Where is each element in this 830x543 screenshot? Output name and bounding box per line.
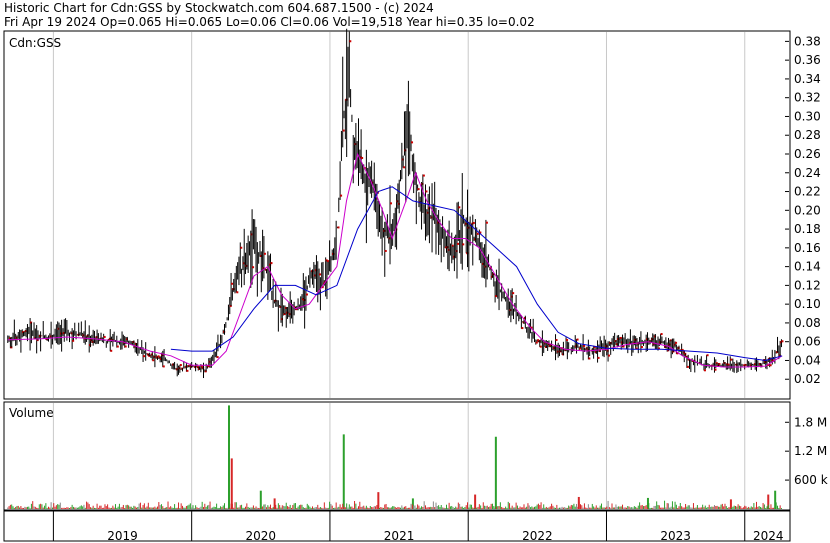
stock-chart: 2019 2020 2021 2022 2023 2024 0.02 0.04 0.06 0.08… [3, 28, 828, 543]
close-marker [326, 260, 329, 263]
price-panel-title: Cdn:GSS [9, 36, 62, 50]
close-marker [342, 129, 345, 132]
y-tick-label: 0.02 [794, 372, 821, 386]
close-marker [608, 354, 611, 357]
close-marker [512, 292, 515, 295]
close-marker [152, 359, 155, 362]
y-tick-label: 0.18 [794, 222, 821, 236]
close-marker [703, 369, 706, 372]
close-marker [588, 357, 591, 360]
close-marker [535, 341, 538, 344]
y-tick-label: 0.08 [794, 316, 821, 330]
close-marker [422, 174, 425, 177]
y-tick-label: 0.06 [794, 335, 821, 349]
close-marker [240, 246, 243, 249]
volume-panel-frame [3, 401, 791, 511]
close-marker [706, 354, 709, 357]
y-tick-label: 0.10 [794, 297, 821, 311]
close-marker [597, 356, 600, 359]
close-marker [660, 333, 663, 336]
close-marker [576, 338, 579, 341]
y-tick-label: 0.16 [794, 241, 821, 255]
close-marker [252, 266, 255, 269]
close-marker [103, 335, 106, 338]
y-tick-label: 0.36 [794, 53, 821, 67]
close-marker [390, 202, 393, 205]
close-marker [411, 141, 414, 144]
close-marker [714, 368, 717, 371]
close-marker [162, 365, 165, 368]
y-tick-label: 0.22 [794, 185, 821, 199]
close-marker [472, 221, 475, 224]
y-tick-label: 0.34 [794, 72, 821, 86]
close-marker [403, 166, 406, 169]
close-marker [686, 365, 689, 368]
ma-short-line [7, 152, 783, 368]
close-marker [236, 291, 239, 294]
close-marker [675, 341, 678, 344]
close-marker [521, 327, 524, 330]
close-marker [349, 40, 352, 43]
close-marker [730, 358, 733, 361]
volume-panel-title: Volume [9, 406, 54, 420]
close-marker [231, 282, 234, 285]
close-marker [361, 156, 364, 159]
close-marker [485, 221, 488, 224]
close-marker [124, 345, 127, 348]
x-tick-label: 2024 [753, 529, 784, 543]
close-marker [476, 232, 479, 235]
y-tick-label: 0.20 [794, 203, 821, 217]
x-tick-label: 2021 [384, 529, 415, 543]
volume-tick-label: 1.2 M [794, 444, 827, 458]
close-marker [769, 364, 772, 367]
x-tick-label: 2019 [107, 529, 138, 543]
x-tick-label: 2020 [246, 529, 277, 543]
close-marker [417, 188, 420, 191]
close-marker [270, 262, 273, 265]
close-marker [457, 242, 460, 245]
y-tick-label: 0.38 [794, 34, 821, 48]
y-tick-label: 0.26 [794, 147, 821, 161]
close-marker [566, 338, 569, 341]
y-tick-label: 0.14 [794, 260, 821, 274]
volume-tick-label: 1.8 M [794, 415, 827, 429]
close-marker [462, 243, 465, 246]
close-marker [579, 347, 582, 350]
y-tick-label: 0.12 [794, 278, 821, 292]
close-marker [305, 293, 308, 296]
close-marker [263, 252, 266, 255]
close-marker [110, 349, 113, 352]
y-tick-label: 0.04 [794, 353, 821, 367]
close-marker [340, 194, 343, 197]
close-marker [116, 345, 119, 348]
close-marker [179, 364, 182, 367]
close-marker [425, 190, 428, 193]
x-tick-label: 2023 [660, 529, 691, 543]
close-marker [781, 340, 784, 343]
close-marker [718, 363, 721, 366]
close-marker [555, 339, 558, 342]
close-marker [384, 249, 387, 252]
close-marker [216, 356, 219, 359]
y-tick-label: 0.28 [794, 128, 821, 142]
close-marker [539, 345, 542, 348]
x-tick-label: 2022 [522, 529, 553, 543]
volume-tick-label: 600 k [794, 473, 828, 487]
close-marker [640, 345, 643, 348]
close-marker [319, 273, 322, 276]
close-marker [583, 344, 586, 347]
close-marker [143, 355, 146, 358]
y-tick-label: 0.30 [794, 109, 821, 123]
y-tick-label: 0.24 [794, 166, 821, 180]
close-marker [458, 206, 461, 209]
y-tick-label: 0.32 [794, 91, 821, 105]
close-marker [337, 226, 340, 229]
close-marker [186, 369, 189, 372]
